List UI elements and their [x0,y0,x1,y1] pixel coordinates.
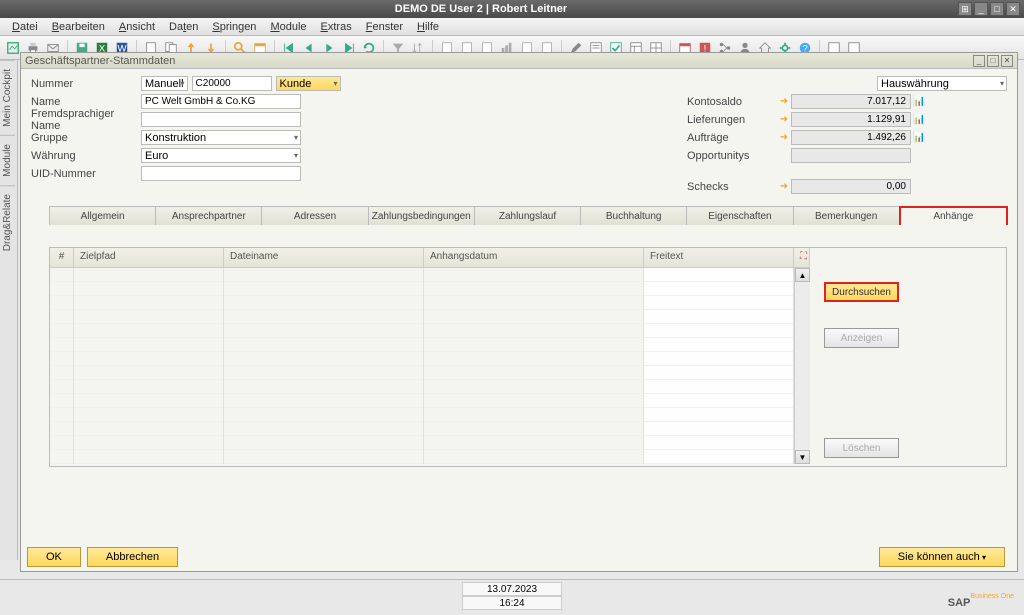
win-close-icon[interactable]: ✕ [1001,55,1013,67]
table-header: # Zielpfad Dateiname Anhangsdatum Freite… [50,248,810,268]
link-arrow-icon[interactable]: ➜ [777,96,791,107]
th-num[interactable]: # [50,248,74,267]
label-uid: UID-Nummer [31,168,141,180]
sap-logo: SAPBusiness One [948,593,1014,611]
label-auftraege: Aufträge [687,132,777,144]
value-lieferungen: 1.129,91 [791,112,911,127]
value-auftraege: 1.492,26 [791,130,911,145]
value-kontosaldo: 7.017,12 [791,94,911,109]
attachments-area: # Zielpfad Dateiname Anhangsdatum Freite… [49,247,1007,467]
loeschen-button[interactable]: Löschen [824,438,899,458]
label-fremdname: Fremdsprachiger Name [31,108,141,132]
tab-zahlungsbedingungen[interactable]: Zahlungsbedingungen [368,206,475,225]
select-waehrung[interactable]: Euro [141,148,301,163]
win-maximize-icon[interactable]: □ [987,55,999,67]
win-minimize-icon[interactable]: _ [973,55,985,67]
label-schecks: Schecks [687,181,777,193]
link-arrow-icon[interactable]: ➜ [777,181,791,192]
anzeigen-button[interactable]: Anzeigen [824,328,899,348]
sidetab-cockpit[interactable]: Mein Cockpit [0,60,15,135]
menu-springen[interactable]: Springen [206,20,262,34]
titlebar: DEMO DE User 2 | Robert Leitner ⊞ _ □ ✕ [0,0,1024,18]
sie-koennen-button[interactable]: Sie können auch [879,547,1005,567]
sidebar: Mein Cockpit Module Drag&Relate [0,60,18,560]
app-title: DEMO DE User 2 | Robert Leitner [4,3,958,15]
th-dateiname[interactable]: Dateiname [224,248,424,267]
window-title: Geschäftspartner-Stammdaten [25,55,175,67]
table-scrollbar[interactable]: ▲ ▼ [794,268,810,464]
chart-icon-auf[interactable]: 📊 [911,132,925,143]
chart-icon-konto[interactable]: 📊 [911,96,925,107]
menu-module[interactable]: Module [264,20,312,34]
select-gruppe[interactable]: Konstruktion [141,130,301,145]
tab-ansprechpartner[interactable]: Ansprechpartner [155,206,262,225]
ok-button[interactable]: OK [27,547,81,567]
tab-buchhaltung[interactable]: Buchhaltung [580,206,687,225]
tabrow: Allgemein Ansprechpartner Adressen Zahlu… [49,206,1007,225]
label-gruppe: Gruppe [31,132,141,144]
window-bottom-bar: OK Abbrechen Sie können auch [27,547,1011,567]
label-nummer: Nummer [31,78,141,90]
label-kontosaldo: Kontosaldo [687,96,777,108]
value-opportunitys [791,148,911,163]
menu-fenster[interactable]: Fenster [360,20,409,34]
label-lieferungen: Lieferungen [687,114,777,126]
menu-hilfe[interactable]: Hilfe [411,20,445,34]
menu-datei[interactable]: Datei [6,20,44,34]
window-close-icon[interactable]: ✕ [1006,2,1020,16]
status-date: 13.07.2023 [462,582,562,596]
window-grid-icon[interactable]: ⊞ [958,2,972,16]
link-arrow-icon[interactable]: ➜ [777,114,791,125]
th-zielpfad[interactable]: Zielpfad [74,248,224,267]
link-arrow-icon[interactable]: ➜ [777,132,791,143]
input-nummer[interactable] [192,76,272,91]
label-opportunitys: Opportunitys [687,150,777,162]
tab-eigenschaften[interactable]: Eigenschaften [686,206,793,225]
abbrechen-button[interactable]: Abbrechen [87,547,178,567]
label-waehrung: Währung [31,150,141,162]
tab-adressen[interactable]: Adressen [261,206,368,225]
tab-allgemein[interactable]: Allgemein [49,206,156,225]
sidetab-dragrelate[interactable]: Drag&Relate [0,185,15,259]
input-name[interactable] [141,94,301,109]
window-title-bar: Geschäftspartner-Stammdaten _ □ ✕ [21,53,1017,69]
select-bp-type[interactable]: Kunde [276,76,341,91]
durchsuchen-button[interactable]: Durchsuchen [824,282,899,302]
table-body[interactable]: ▲ ▼ [50,268,810,464]
input-fremdname[interactable] [141,112,301,127]
menubar: Datei Bearbeiten Ansicht Daten Springen … [0,18,1024,36]
bp-master-window: Geschäftspartner-Stammdaten _ □ ✕ Nummer… [20,52,1018,572]
tab-anhaenge[interactable]: Anhänge [899,206,1008,225]
input-uid[interactable] [141,166,301,181]
th-freitext[interactable]: Freitext [644,248,794,267]
window-maximize-icon[interactable]: □ [990,2,1004,16]
th-anhangsdatum[interactable]: Anhangsdatum [424,248,644,267]
tab-bemerkungen[interactable]: Bemerkungen [793,206,900,225]
label-name: Name [31,96,141,108]
menu-bearbeiten[interactable]: Bearbeiten [46,20,111,34]
statusbar: 13.07.2023 16:24 SAPBusiness One [0,579,1024,615]
tab-zahlungslauf[interactable]: Zahlungslauf [474,206,581,225]
sidetab-module[interactable]: Module [0,135,15,185]
menu-extras[interactable]: Extras [315,20,358,34]
menu-daten[interactable]: Daten [163,20,204,34]
window-minimize-icon[interactable]: _ [974,2,988,16]
select-hauswaehrung[interactable]: Hauswährung [877,76,1007,91]
status-time: 16:24 [462,596,562,610]
select-nummer-type[interactable]: Manuell [141,76,188,91]
value-schecks: 0,00 [791,179,911,194]
table-expand-icon[interactable]: ⛶ [794,248,810,267]
chart-icon-lief[interactable]: 📊 [911,114,925,125]
scroll-up-icon[interactable]: ▲ [795,268,810,282]
scroll-down-icon[interactable]: ▼ [795,450,810,464]
menu-ansicht[interactable]: Ansicht [113,20,161,34]
